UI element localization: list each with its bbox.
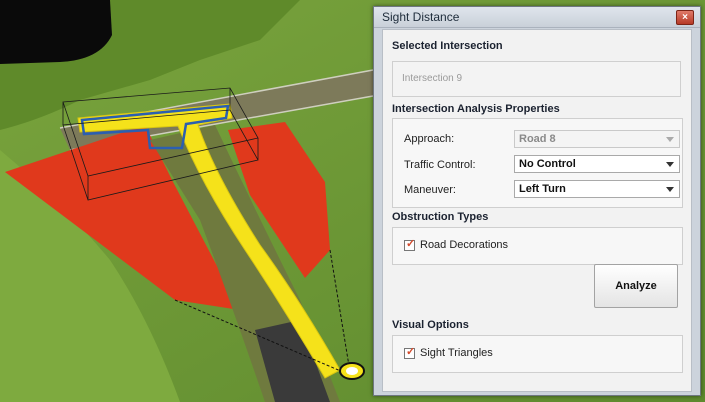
maneuver-label: Maneuver: <box>404 184 456 196</box>
maneuver-value: Left Turn <box>519 183 566 195</box>
dialog-content: Selected Intersection Intersection 9 Int… <box>382 29 692 392</box>
visual-options-heading: Visual Options <box>392 319 469 331</box>
analyze-button[interactable]: Analyze <box>594 264 678 308</box>
obstruction-types-heading: Obstruction Types <box>392 211 489 223</box>
analysis-properties-heading: Intersection Analysis Properties <box>392 103 560 115</box>
traffic-control-label: Traffic Control: <box>404 159 476 171</box>
dialog-title: Sight Distance <box>382 10 460 24</box>
road-decorations-checkbox[interactable]: ✓ <box>404 237 416 251</box>
chevron-down-icon <box>666 187 674 192</box>
sight-triangles-option[interactable]: ✓ Sight Triangles <box>404 345 493 360</box>
close-icon: × <box>682 12 688 23</box>
visual-options-group: ✓ Sight Triangles <box>392 335 683 373</box>
chevron-down-icon <box>666 137 674 142</box>
sight-distance-dialog: Sight Distance × Selected Intersection I… <box>373 6 701 396</box>
road-decorations-option[interactable]: ✓ Road Decorations <box>404 237 509 252</box>
sight-triangles-label: Sight Triangles <box>420 347 493 360</box>
obstruction-types-group: ✓ Road Decorations <box>392 227 683 265</box>
approach-dropdown[interactable]: Road 8 <box>514 130 680 148</box>
selected-intersection-heading: Selected Intersection <box>392 40 503 52</box>
approach-label: Approach: <box>404 133 455 145</box>
close-button[interactable]: × <box>676 10 694 25</box>
traffic-control-value: No Control <box>519 158 576 170</box>
road-decorations-label: Road Decorations <box>420 239 509 252</box>
analysis-properties-group: Approach: Road 8 Traffic Control: No Con… <box>392 118 683 208</box>
maneuver-dropdown[interactable]: Left Turn <box>514 180 680 198</box>
endpoint-marker-center <box>346 367 358 375</box>
selected-intersection-field: Intersection 9 <box>392 61 681 97</box>
approach-value: Road 8 <box>519 133 556 145</box>
checkmark-icon: ✓ <box>406 345 416 358</box>
sight-triangles-checkbox[interactable]: ✓ <box>404 345 416 359</box>
traffic-control-dropdown[interactable]: No Control <box>514 155 680 173</box>
checkmark-icon: ✓ <box>406 237 416 250</box>
chevron-down-icon <box>666 162 674 167</box>
dialog-titlebar[interactable]: Sight Distance × <box>374 7 700 28</box>
